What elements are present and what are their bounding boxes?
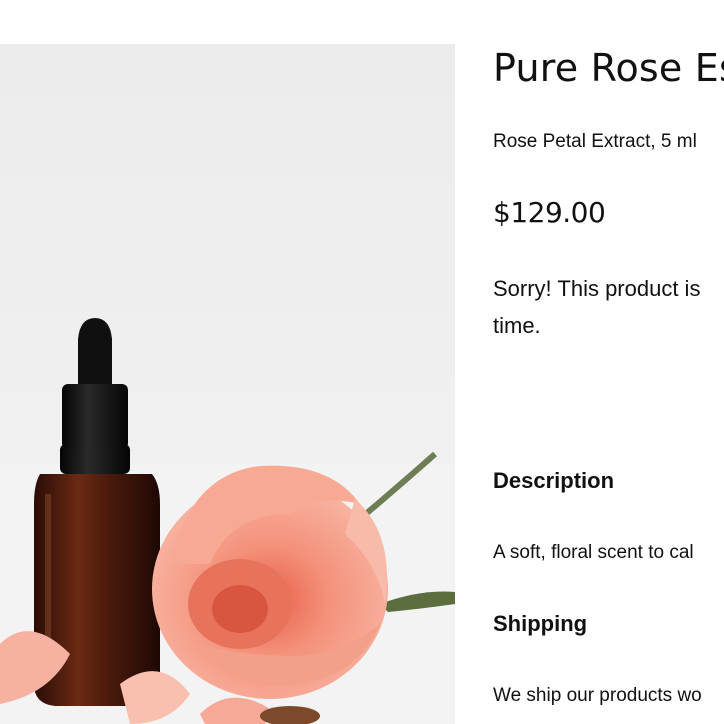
availability-message: Sorry! This product is time. [493, 270, 724, 344]
product-image[interactable] [0, 44, 455, 724]
product-photo-illustration [0, 318, 455, 724]
description-text: A soft, floral scent to cal [493, 542, 694, 563]
product-variant: Rose Petal Extract, 5 ml [493, 131, 697, 152]
product-title: Pure Rose Es [493, 46, 724, 90]
product-page: Pure Rose Es Rose Petal Extract, 5 ml $1… [0, 0, 724, 724]
availability-line-2: time. [493, 313, 541, 338]
product-price: $129.00 [493, 196, 606, 229]
shipping-text: We ship our products wo [493, 685, 702, 706]
description-heading[interactable]: Description [493, 468, 614, 494]
shipping-heading[interactable]: Shipping [493, 611, 587, 637]
availability-line-1: Sorry! This product is [493, 276, 701, 301]
